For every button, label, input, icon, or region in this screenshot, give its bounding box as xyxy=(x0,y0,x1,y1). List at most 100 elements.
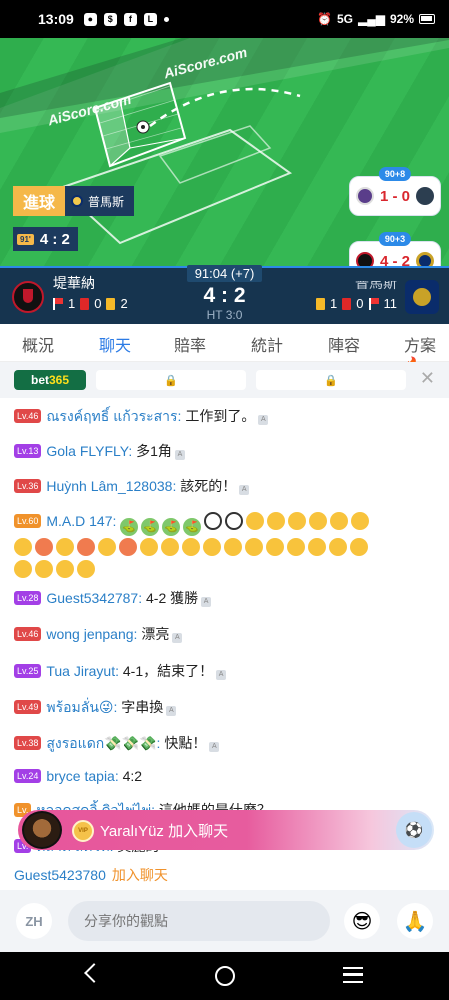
chat-message: Lv.13 Gola FLYFLY: 多1角 A xyxy=(14,440,437,462)
emoji-icon xyxy=(287,538,305,556)
tab-overview[interactable]: 概況 xyxy=(22,332,54,356)
emoji-icon xyxy=(330,512,349,530)
chat-username[interactable]: Guest5342787: xyxy=(46,590,142,606)
translate-icon[interactable]: A xyxy=(216,670,227,680)
translate-icon[interactable]: A xyxy=(172,633,183,643)
team-crest-icon xyxy=(356,187,374,205)
live-score: 4 : 2 xyxy=(39,230,70,248)
language-button[interactable]: ZH xyxy=(16,903,52,939)
system-icons: ⏰ 5G ▂▄▆ 92% xyxy=(317,12,435,26)
chat-username[interactable]: M.A.D 147: xyxy=(46,513,116,529)
recent-apps-icon[interactable] xyxy=(343,967,363,983)
level-badge: Lv.13 xyxy=(14,444,42,458)
away-red: 0 xyxy=(356,296,364,311)
other-match-card-1[interactable]: 90+8 1 - 0 xyxy=(349,167,441,216)
bet365-logo[interactable]: bet 365 xyxy=(14,370,86,390)
chat-username[interactable]: Tua Jirayut: xyxy=(46,663,119,679)
tab-chat[interactable]: 聊天 xyxy=(99,332,131,365)
other-match-score: 1 - 0 xyxy=(379,187,410,205)
chat-message: Lv.28 Guest5342787: 4-2 獲勝 A xyxy=(14,587,437,609)
alarm-icon: ⏰ xyxy=(317,12,332,26)
translate-icon[interactable]: A xyxy=(201,597,212,607)
other-match-card-2[interactable]: 90+3 4 - 2 xyxy=(349,232,441,266)
goal-event-badge: 進球 普馬斯 xyxy=(13,186,135,216)
emoji-icon xyxy=(56,560,74,578)
chat-message: Lv.46 ณรงค์ฤทธิ์ แก้วระสาร: 工作到了。 A xyxy=(14,405,437,427)
chat-username[interactable]: Gola FLYFLY: xyxy=(46,443,132,459)
emoji-icon xyxy=(140,538,158,556)
translate-icon[interactable]: A xyxy=(258,415,269,425)
away-corners: 11 xyxy=(383,296,398,311)
level-badge: Lv.38 xyxy=(14,736,42,750)
goal-label: 進球 xyxy=(13,186,66,216)
emoji-icon xyxy=(267,512,286,530)
chat-username[interactable]: สูงรอแดก💸💸💸: xyxy=(46,735,160,751)
away-team-logo[interactable] xyxy=(405,280,439,314)
pray-emoji-button[interactable]: 🙏 xyxy=(397,903,433,939)
minute-tag: 91' xyxy=(17,233,34,245)
tab-lineup[interactable]: 陣容 xyxy=(328,332,360,356)
close-icon[interactable]: ✕ xyxy=(420,368,435,389)
level-badge: Lv.46 xyxy=(14,409,42,423)
lock-icon: 🔒 xyxy=(324,374,338,387)
emoji-icon xyxy=(351,512,370,530)
join-label: 加入聊天 xyxy=(168,823,229,840)
chat-username[interactable]: Huỳnh Lâm_128038: xyxy=(46,478,176,494)
translate-icon[interactable]: A xyxy=(166,706,177,716)
match-score-bar: 堤華納 1 0 2 91:04 (+7) 4 : 2 HT 3:0 普馬斯 1 … xyxy=(0,265,449,324)
chat-text: 該死的！ xyxy=(180,478,237,494)
chat-text: 4-1，結束了！ xyxy=(122,663,214,679)
match-clock: 91:04 (+7) xyxy=(0,265,449,282)
vip-badge-icon: VIP xyxy=(72,820,94,842)
level-badge: Lv.46 xyxy=(14,627,42,641)
tab-plans-label: 方案 xyxy=(404,338,437,355)
signal-icon: ▂▄▆ xyxy=(358,12,385,26)
emoji-icon xyxy=(203,538,221,556)
back-icon[interactable] xyxy=(84,963,104,983)
tab-odds[interactable]: 賠率 xyxy=(174,332,206,356)
emoji-icon xyxy=(98,538,116,556)
translate-icon[interactable]: A xyxy=(209,742,220,752)
guest-name[interactable]: Guest5423780 xyxy=(14,867,106,883)
yellow-card-icon xyxy=(316,297,326,310)
chat-username[interactable]: ณรงค์ฤทธิ์ แก้วระสาร: xyxy=(46,408,181,424)
chat-message: Lv.36 Huỳnh Lâm_128038: 該死的！ A xyxy=(14,475,437,497)
level-badge: Lv.28 xyxy=(14,591,42,605)
facebook-icon: f xyxy=(123,12,137,26)
chat-bubble-icon[interactable]: ⚽ xyxy=(396,812,432,848)
goal-team-name: 普馬斯 xyxy=(88,194,125,209)
chat-message: Lv.60 M.A.D 147: ⛳ ⛳ ⛳ ⛳ xyxy=(14,510,437,580)
level-badge: Lv.49 xyxy=(14,700,42,714)
bet365-num: 365 xyxy=(48,373,70,387)
chat-message: Lv.24 bryce tapia: 4:2 xyxy=(14,765,437,787)
home-icon[interactable] xyxy=(215,966,235,986)
chat-username[interactable]: bryce tapia: xyxy=(46,768,118,784)
odds-locked-2[interactable]: 🔒 xyxy=(256,370,406,390)
battery-icon xyxy=(419,14,435,24)
translate-icon[interactable]: A xyxy=(239,485,250,495)
chat-username[interactable]: wong jenpang: xyxy=(46,626,137,642)
odds-locked-1[interactable]: 🔒 xyxy=(96,370,246,390)
emoji-icon xyxy=(56,538,74,556)
join-user-name: YaralıYüz xyxy=(100,823,164,840)
emoji-icon xyxy=(35,538,53,556)
chat-input[interactable] xyxy=(68,901,330,941)
emoji-icon xyxy=(288,512,307,530)
chat-text: 漂亮 xyxy=(141,626,170,642)
avatar[interactable] xyxy=(22,811,62,849)
chat-text: 字串換 xyxy=(121,699,164,715)
status-time: 13:09 xyxy=(38,11,74,27)
corner-flag-icon xyxy=(368,297,379,310)
soccer-ball-icon xyxy=(225,512,244,530)
live-score-badge: 91' 4 : 2 xyxy=(13,227,78,251)
tab-stats[interactable]: 統計 xyxy=(251,332,283,356)
emoji-icon xyxy=(161,538,179,556)
chat-username[interactable]: พร้อมลั่น😜: xyxy=(46,699,117,715)
emoji-icon: ⛳ xyxy=(120,518,139,536)
match-clock-text: 91:04 (+7) xyxy=(186,265,263,282)
translate-icon[interactable]: A xyxy=(174,450,185,460)
lock-icon: 🔒 xyxy=(164,374,178,387)
sunglasses-emoji-button[interactable]: 😎 xyxy=(344,903,380,939)
live-pitch[interactable]: AiScore.com AiScore.com 進球 普馬斯 91' 4 : 2… xyxy=(0,38,449,266)
emoji-icon xyxy=(35,560,53,578)
